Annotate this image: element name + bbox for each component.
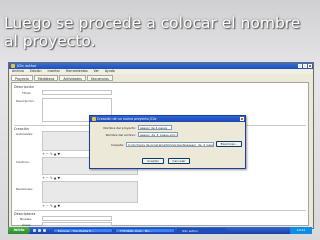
minimize-icon[interactable]: [298, 64, 302, 68]
quick-launch-icon[interactable]: [38, 229, 41, 232]
dialog-title: Creación de un nuevo proyecto JClic: [97, 117, 157, 121]
divider: [14, 210, 306, 211]
tab-strip: Proyecto Mediateca Actividades Secuencias: [11, 75, 114, 81]
file-name-label: Nombre del archivo:: [105, 133, 136, 137]
section-descriptores-header[interactable]: Descriptores: [14, 212, 35, 216]
levels-field[interactable]: [42, 216, 112, 221]
authors-controls[interactable]: + − ✎ ▲ ▼: [42, 152, 60, 156]
jclic-app-icon: [11, 64, 15, 68]
file-name-input[interactable]: asesor_de_4_pasos.jclic.zip: [138, 132, 178, 137]
menu-herramientas[interactable]: Herramientas: [66, 69, 88, 73]
slide-title: Luego se procede a colocar el nombre al …: [4, 14, 301, 50]
project-name-label: Nombre del proyecto:: [103, 126, 136, 130]
menu-insertar[interactable]: Insertar: [48, 69, 60, 73]
authors-label: Autores/as:: [16, 132, 33, 136]
ok-button[interactable]: Aceptar: [142, 158, 164, 164]
taskbar-item-explorer[interactable]: Explorer - The Mozilla Fi...: [53, 228, 113, 233]
browse-button[interactable]: Examinar...: [216, 141, 242, 147]
centers-controls[interactable]: + − ✎ ▲ ▼: [42, 176, 60, 180]
cancel-button[interactable]: Cancelar: [168, 158, 190, 164]
clock: 10:21: [290, 227, 312, 234]
taskbar-item-jclic[interactable]: JClic author: [177, 228, 227, 233]
centers-label: Centro/s:: [16, 160, 30, 164]
tab-proyecto[interactable]: Proyecto: [11, 75, 33, 81]
taskbar-item-tutorial[interactable]: TUTORIAL JCLIC - Mic...: [115, 228, 175, 233]
menu-ayuda[interactable]: Ayuda: [105, 69, 115, 73]
menu-bar: Archivo Edición Insertar Herramientas Ve…: [9, 69, 313, 74]
revisions-controls[interactable]: + − ✎ ▲ ▼: [42, 204, 60, 208]
quick-launch-icon[interactable]: [33, 229, 36, 232]
title-label: Título:: [22, 91, 32, 95]
section-creacion-header[interactable]: Creación: [14, 127, 29, 131]
quick-launch-icon[interactable]: [43, 229, 46, 232]
title-field[interactable]: [42, 90, 112, 95]
folder-label: Carpeta:: [111, 143, 124, 147]
new-project-dialog: Creación de un nuevo proyecto JClic Nomb…: [89, 115, 246, 169]
menu-edicion[interactable]: Edición: [30, 69, 42, 73]
close-icon[interactable]: [308, 64, 312, 68]
jclic-window: JClic author Archivo Edición Insertar He…: [8, 62, 314, 229]
tab-mediateca[interactable]: Mediateca: [33, 75, 59, 81]
folder-input[interactable]: C:\Archivos de programa\JClic\projects\a…: [126, 142, 214, 147]
maximize-icon[interactable]: [303, 64, 307, 68]
dialog-titlebar: Creación de un nuevo proyecto JClic: [90, 116, 245, 122]
description-label: Descripción:: [16, 99, 35, 103]
revisions-label: Revisiones:: [16, 187, 33, 191]
levels-label: Niveles:: [20, 217, 32, 221]
dialog-close-icon[interactable]: [240, 117, 244, 121]
revisions-list[interactable]: [42, 181, 138, 203]
start-button[interactable]: inicio: [8, 227, 30, 234]
areas-field[interactable]: [42, 222, 112, 226]
menu-archivo[interactable]: Archivo: [12, 69, 24, 73]
tab-actividades[interactable]: Actividades: [59, 75, 86, 81]
tab-secuencias[interactable]: Secuencias: [86, 75, 113, 81]
jclic-dialog-icon: [92, 117, 96, 121]
menu-ver[interactable]: Ver: [94, 69, 99, 73]
section-descripcion-header[interactable]: Descripción: [14, 85, 34, 89]
project-name-input[interactable]: asesor de 4 pasos: [138, 125, 172, 130]
taskbar: inicio Explorer - The Mozilla Fi... TUTO…: [8, 227, 312, 234]
